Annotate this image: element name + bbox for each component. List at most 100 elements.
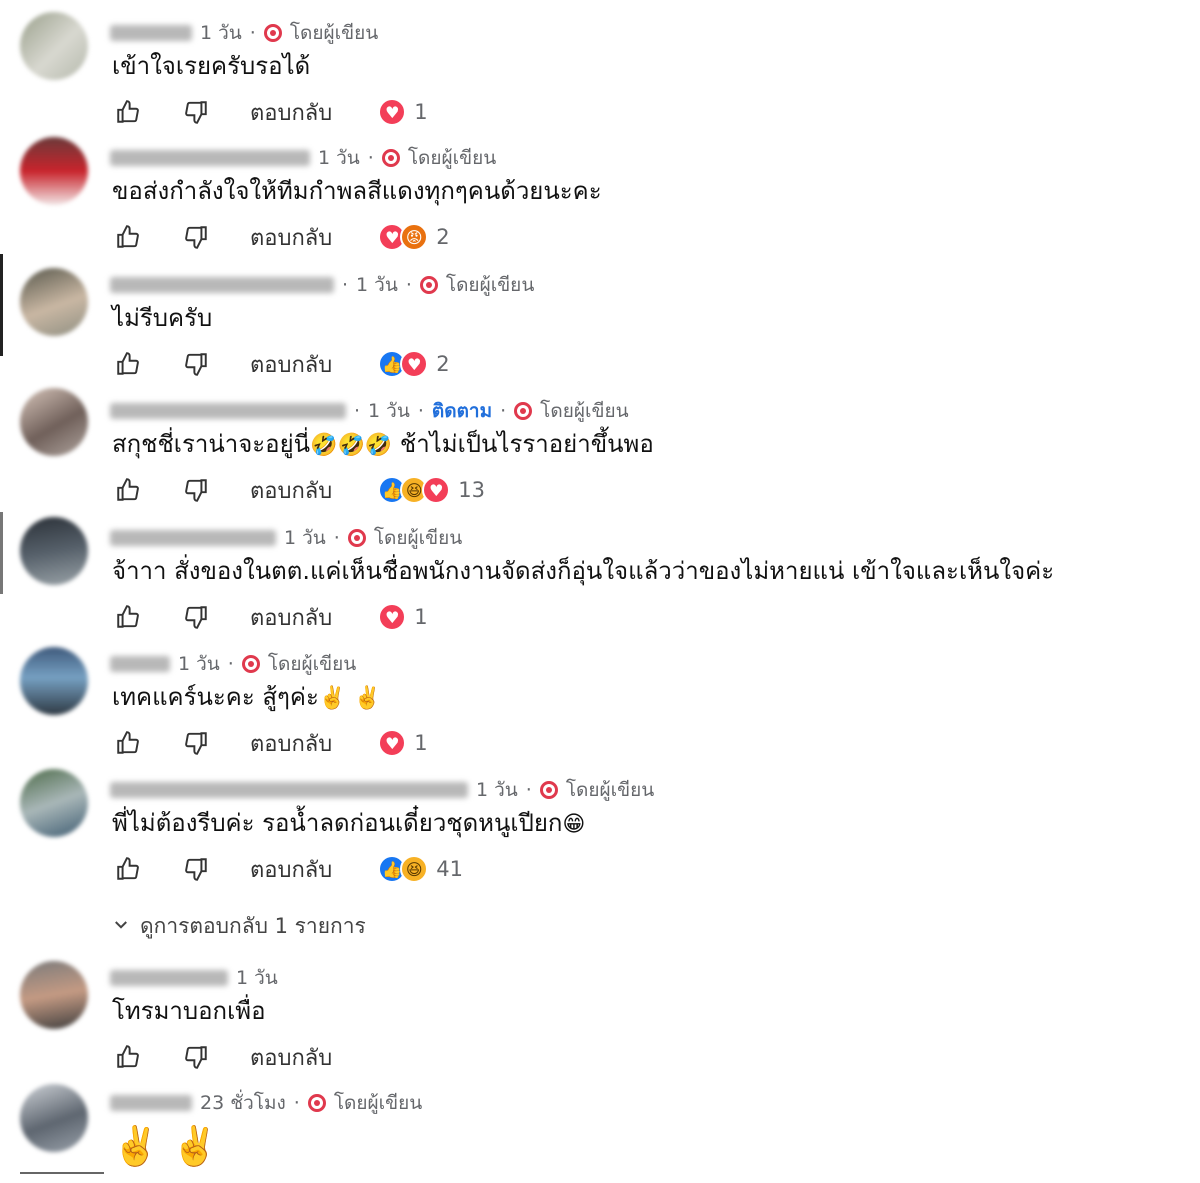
thumbs-down-icon[interactable] (180, 96, 212, 128)
reaction-summary[interactable]: ♥ 1 (378, 603, 428, 631)
comment-text-part: เทคแคร์นะคะ สู้ๆค่ะ (112, 683, 319, 711)
timestamp[interactable]: 1 วัน (236, 963, 278, 993)
thumbs-down-icon[interactable] (180, 1041, 212, 1073)
author-badge-label: โดยผู้เขียน (289, 22, 379, 44)
thumbs-down-icon[interactable] (180, 348, 212, 380)
thumbs-up-icon[interactable] (112, 474, 144, 506)
comment-text: เทคแคร์นะคะ สู้ๆค่ะ✌️ ✌️ (112, 677, 381, 716)
avatar[interactable] (20, 1084, 88, 1152)
love-reaction-icon: ♥ (422, 476, 451, 504)
reply-button[interactable]: ตอบกลับ (250, 220, 332, 255)
author-name[interactable] (110, 530, 276, 546)
reply-button[interactable]: ตอบกลับ (250, 347, 332, 382)
reaction-count: 1 (414, 605, 428, 629)
thumbs-up-icon[interactable] (112, 348, 144, 380)
avatar[interactable] (20, 137, 88, 205)
timestamp[interactable]: 1 วัน (368, 396, 410, 426)
author-name[interactable] (110, 150, 310, 166)
avatar[interactable] (20, 961, 88, 1029)
love-reaction-icon: ♥ (400, 350, 429, 378)
comment-text: ขอส่งกำลังใจให้ทีมกำพลสีแดงทุกๆคนด้วยนะค… (112, 177, 602, 205)
comment-meta: 1 วัน · โดยผู้เขียน (110, 651, 356, 677)
reply-button[interactable]: ตอบกลับ (250, 852, 332, 887)
reaction-count: 1 (414, 731, 428, 755)
heart-badge-icon (381, 149, 400, 167)
love-reaction-icon: ♥ (378, 603, 407, 631)
reaction-summary[interactable]: ♥ 1 (378, 729, 428, 757)
reaction-summary[interactable]: 👍 😆 41 (378, 855, 463, 883)
follow-link[interactable]: ติดตาม (432, 396, 492, 426)
avatar[interactable] (20, 268, 88, 336)
comment-meta: 1 วัน (110, 965, 278, 991)
author-name[interactable] (110, 782, 468, 798)
author-name[interactable] (110, 403, 346, 419)
comment-actions: ตอบกลับ 👍 😆 41 (110, 849, 463, 889)
view-replies-label: ดูการตอบกลับ 1 รายการ (140, 914, 366, 938)
author-badge-label: โดยผู้เขียน (407, 147, 497, 169)
view-replies-button[interactable]: ดูการตอบกลับ 1 รายการ (112, 910, 366, 943)
reaction-count: 41 (436, 857, 463, 881)
scroll-indicator-1 (0, 254, 3, 356)
timestamp[interactable]: 23 ชั่วโมง (200, 1088, 286, 1118)
reply-button[interactable]: ตอบกลับ (250, 95, 332, 130)
author-name[interactable] (110, 656, 170, 672)
thumbs-down-icon[interactable] (180, 853, 212, 885)
author-badge-label: โดยผู้เขียน (540, 400, 629, 422)
reaction-summary[interactable]: 👍 😆 ♥ 13 (378, 476, 485, 504)
author-name[interactable] (110, 1095, 192, 1111)
heart-badge-icon (263, 24, 282, 42)
grin-emoji: 😁 (562, 812, 586, 837)
timestamp[interactable]: 1 วัน (200, 18, 242, 48)
timestamp[interactable]: 1 วัน (356, 270, 398, 300)
author-badge-label: โดยผู้เขียน (565, 779, 655, 801)
reply-button[interactable]: ตอบกลับ (250, 1040, 332, 1075)
reply-button[interactable]: ตอบกลับ (250, 726, 332, 761)
reaction-count: 2 (436, 225, 450, 249)
comment-actions: ตอบกลับ (110, 1037, 332, 1077)
thumbs-up-icon[interactable] (112, 221, 144, 253)
comment-text: ไม่รีบครับ (112, 304, 213, 332)
heart-badge-icon (419, 276, 438, 294)
thumbs-down-icon[interactable] (180, 474, 212, 506)
avatar[interactable] (20, 12, 88, 80)
timestamp[interactable]: 1 วัน (284, 523, 326, 553)
comment-meta: · 1 วัน · โดยผู้เขียน (110, 272, 534, 298)
avatar[interactable] (20, 388, 88, 456)
avatar[interactable] (20, 769, 88, 837)
author-name[interactable] (110, 25, 192, 41)
thumbs-up-icon[interactable] (112, 853, 144, 885)
heart-badge-icon (514, 402, 533, 420)
comment-text-part: สกุชชี่เราน่าจะอยู่นี่ (112, 430, 311, 458)
thumbs-up-icon[interactable] (112, 601, 144, 633)
comment-text: สกุชชี่เราน่าจะอยู่นี่🤣🤣🤣 ช้าไม่เป็นไรรา… (112, 424, 654, 463)
avatar[interactable] (20, 647, 88, 715)
love-reaction-icon: ♥ (378, 98, 407, 126)
rofl-emoji: 🤣 (310, 433, 338, 458)
scroll-indicator-2 (0, 512, 3, 594)
author-name[interactable] (110, 277, 334, 293)
author-badge-label: โดยผู้เขียน (333, 1092, 423, 1114)
comment-text-part: พี่ไม่ต้องรีบค่ะ รอน้ำลดก่อนเดี๋ยวชุดหนู… (112, 809, 563, 837)
reaction-summary[interactable]: ♥ 1 (378, 98, 428, 126)
victory-hand-emoji: ✌️ (171, 1124, 219, 1168)
thumbs-up-icon[interactable] (112, 727, 144, 759)
thumbs-down-icon[interactable] (180, 727, 212, 759)
thumbs-up-icon[interactable] (112, 96, 144, 128)
thumbs-up-icon[interactable] (112, 1041, 144, 1073)
avatar[interactable] (20, 517, 88, 585)
comment-meta: 1 วัน · โดยผู้เขียน (110, 145, 496, 171)
comment-meta: · 1 วัน · ติดตาม · โดยผู้เขียน (110, 398, 629, 424)
timestamp[interactable]: 1 วัน (318, 143, 360, 173)
thumbs-down-icon[interactable] (180, 221, 212, 253)
author-name[interactable] (110, 970, 228, 986)
thumbs-down-icon[interactable] (180, 601, 212, 633)
timestamp[interactable]: 1 วัน (476, 775, 518, 805)
comment-actions: ตอบกลับ ♥ 1 (110, 723, 428, 763)
reply-button[interactable]: ตอบกลับ (250, 600, 332, 635)
comment-text: เข้าใจเรยครับรอได้ (112, 52, 311, 80)
timestamp[interactable]: 1 วัน (178, 649, 220, 679)
comment-actions: ตอบกลับ ♥ 1 (110, 597, 428, 637)
reaction-summary[interactable]: ♥ 😡 2 (378, 223, 450, 251)
reply-button[interactable]: ตอบกลับ (250, 473, 332, 508)
reaction-summary[interactable]: 👍 ♥ 2 (378, 350, 450, 378)
